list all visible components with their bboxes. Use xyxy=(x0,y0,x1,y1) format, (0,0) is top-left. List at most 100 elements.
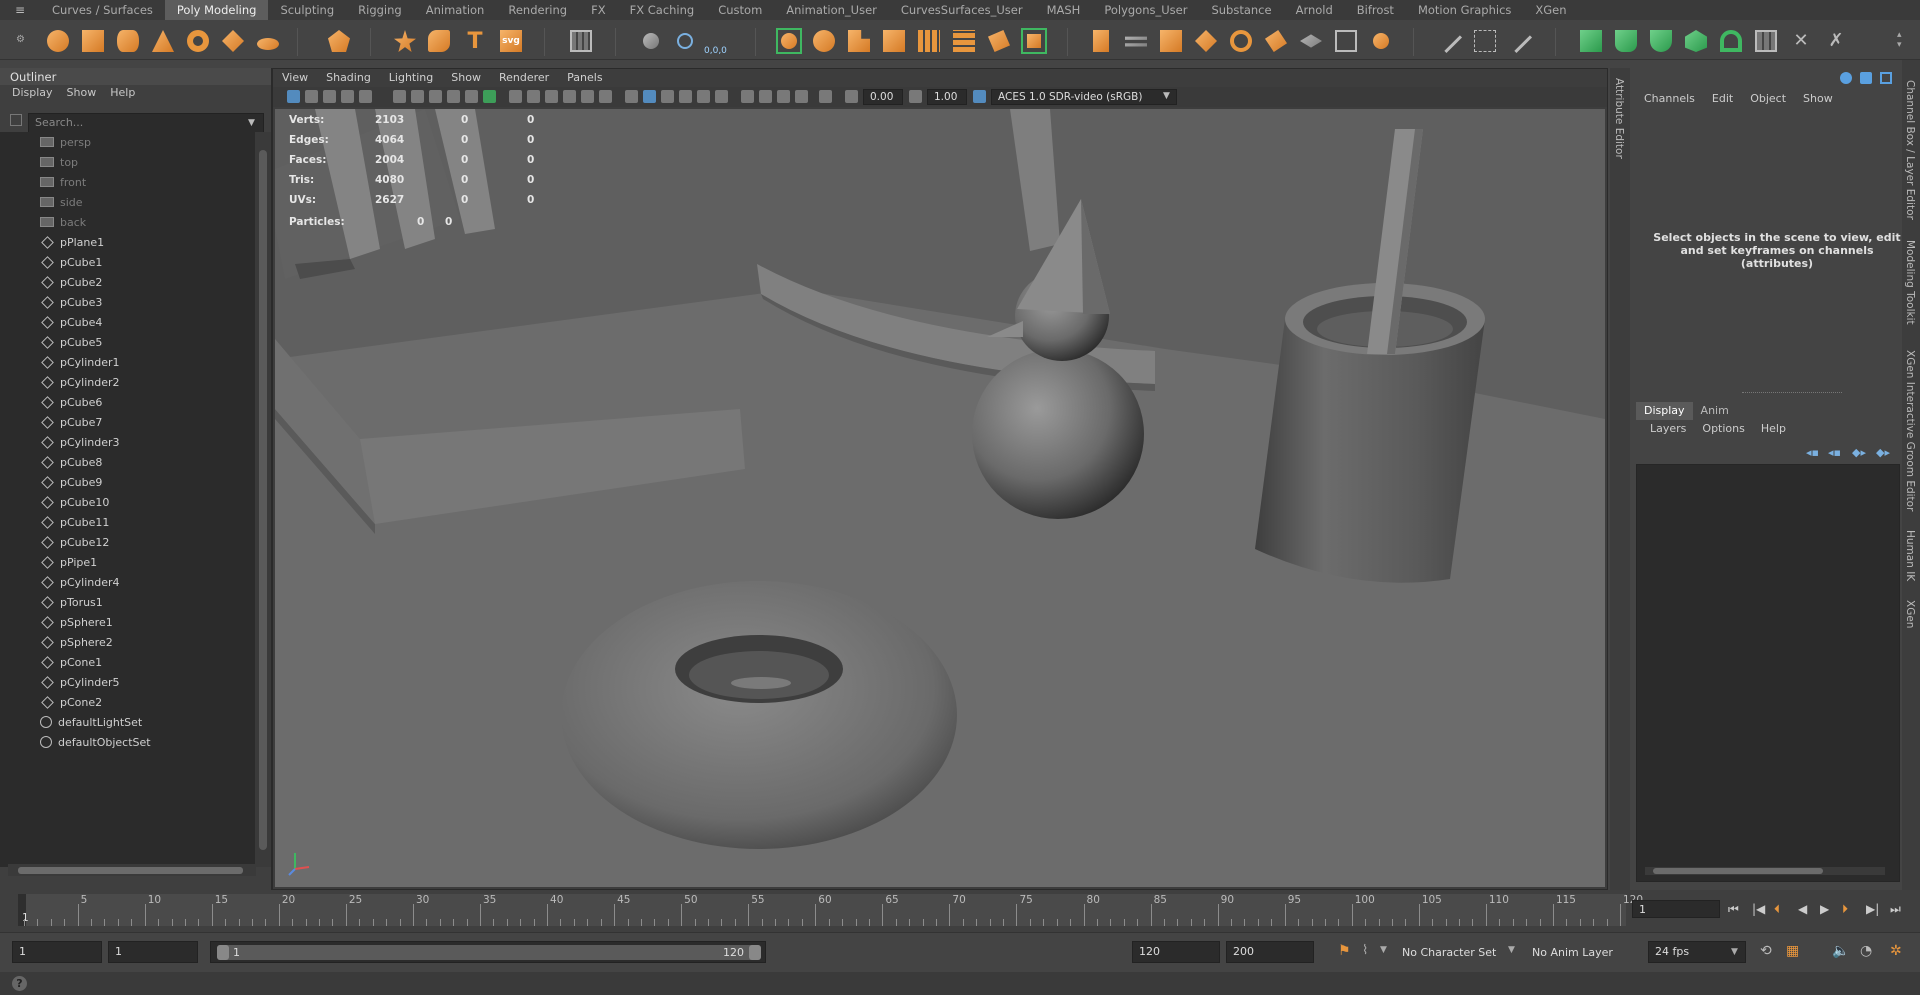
outliner-item-pcube4[interactable]: pCube4 xyxy=(0,312,256,332)
shelf-tab-xgen[interactable]: XGen xyxy=(1523,0,1578,20)
uv-layout-icon[interactable] xyxy=(1753,28,1779,54)
bevel-icon[interactable] xyxy=(1158,28,1184,54)
attribute-editor-strip[interactable]: Attribute Editor xyxy=(1610,68,1630,890)
outliner-search-input[interactable]: Search... xyxy=(28,113,264,133)
shelf-tab-rigging[interactable]: Rigging xyxy=(346,0,414,20)
viewport-menu-panels[interactable]: Panels xyxy=(558,70,611,86)
outliner-item-pcone2[interactable]: pCone2 xyxy=(0,692,256,712)
outliner-item-pcube1[interactable]: pCube1 xyxy=(0,252,256,272)
grease-pencil-icon[interactable] xyxy=(393,90,406,103)
origin-coordinate-label[interactable]: 0,0,0 xyxy=(704,46,727,56)
svg-tool-icon[interactable]: svg xyxy=(498,28,524,54)
uv-cut-icon[interactable]: ✕ xyxy=(1788,28,1814,54)
grid-icon[interactable] xyxy=(568,28,594,54)
motion-blur-icon[interactable] xyxy=(715,90,728,103)
layer-horizontal-scrollbar[interactable] xyxy=(1645,867,1885,875)
step-forward-frame-icon[interactable]: ⏵ xyxy=(1842,902,1848,917)
color-space-dropdown[interactable]: ACES 1.0 SDR-video (sRGB) xyxy=(991,89,1177,105)
channel-box-toggle-icon[interactable] xyxy=(1840,72,1852,84)
xray-icon[interactable] xyxy=(563,90,576,103)
shelf-menu-icon[interactable]: ≡ xyxy=(0,0,40,20)
shaded-cube-icon[interactable] xyxy=(625,90,638,103)
character-set-label[interactable]: No Character Set xyxy=(1402,946,1496,959)
uv-spherical-icon[interactable] xyxy=(1648,28,1674,54)
poly-disc-icon[interactable] xyxy=(255,28,281,54)
textured-cube-icon[interactable] xyxy=(643,90,656,103)
uv-planar-icon[interactable] xyxy=(1578,28,1604,54)
outliner-item-pcylinder1[interactable]: pCylinder1 xyxy=(0,352,256,372)
current-frame-input[interactable]: 1 xyxy=(1632,900,1720,918)
gate-mask-icon[interactable] xyxy=(465,90,478,103)
shelf-tab-animation[interactable]: Animation xyxy=(414,0,497,20)
right-tab-xgen[interactable]: XGen xyxy=(1904,600,1916,628)
character-set-dropdown-icon[interactable]: ▼ xyxy=(1380,945,1387,955)
outliner-item-pcube10[interactable]: pCube10 xyxy=(0,492,256,512)
new-layer-selected-icon[interactable]: ◆▸ xyxy=(1876,446,1890,459)
viewport-menu-view[interactable]: View xyxy=(273,70,317,86)
smooth-icon[interactable] xyxy=(916,28,942,54)
xray-joints-icon[interactable] xyxy=(581,90,594,103)
layer-menu-options[interactable]: Options xyxy=(1694,422,1752,435)
extract-icon[interactable] xyxy=(951,28,977,54)
range-slider[interactable]: 1 120 xyxy=(210,941,766,963)
gamma-input[interactable]: 1.00 xyxy=(927,89,967,105)
camera-attributes-icon[interactable] xyxy=(305,90,318,103)
shelf-tab-polygons-user[interactable]: Polygons_User xyxy=(1092,0,1199,20)
shelf-tab-substance[interactable]: Substance xyxy=(1199,0,1283,20)
play-backward-icon[interactable]: ◀ xyxy=(1798,902,1807,916)
outliner-item-psphere2[interactable]: pSphere2 xyxy=(0,632,256,652)
attribute-editor-toggle-icon[interactable] xyxy=(1860,72,1872,84)
outliner-horizontal-scrollbar[interactable] xyxy=(8,864,256,876)
animation-preferences-icon[interactable]: ✲ xyxy=(1890,943,1902,959)
viewport-menu-renderer[interactable]: Renderer xyxy=(490,70,558,86)
shelf-scroll-icon[interactable]: ▴ ▾ xyxy=(1897,30,1902,50)
right-tab-modeling-toolkit[interactable]: Modeling Toolkit xyxy=(1904,240,1916,325)
outliner-item-pcube3[interactable]: pCube3 xyxy=(0,292,256,312)
combine-icon[interactable] xyxy=(846,28,872,54)
poly-cone-icon[interactable] xyxy=(150,28,176,54)
attribute-editor-tab[interactable]: Attribute Editor xyxy=(1613,78,1625,159)
range-slider-bar[interactable] xyxy=(217,945,761,960)
merge-icon[interactable] xyxy=(1333,28,1359,54)
channel-box-menu-object[interactable]: Object xyxy=(1742,92,1795,105)
uv-editor-icon[interactable] xyxy=(1718,28,1744,54)
poly-torus-icon[interactable] xyxy=(185,28,211,54)
shelf-tab-arnold[interactable]: Arnold xyxy=(1284,0,1345,20)
go-to-end-icon[interactable]: ⏭ xyxy=(1890,902,1901,917)
outliner-item-psphere1[interactable]: pSphere1 xyxy=(0,612,256,632)
bridge-icon[interactable] xyxy=(1123,28,1149,54)
outliner-item-persp[interactable]: persp xyxy=(0,132,256,152)
snapshot-icon[interactable] xyxy=(819,90,832,103)
outliner-item-pcube9[interactable]: pCube9 xyxy=(0,472,256,492)
shadows-icon[interactable] xyxy=(679,90,692,103)
anim-layer-label[interactable]: No Anim Layer xyxy=(1532,946,1613,959)
poly-plane-icon[interactable] xyxy=(220,28,246,54)
help-icon[interactable]: ? xyxy=(12,976,27,991)
outliner-item-pcube8[interactable]: pCube8 xyxy=(0,452,256,472)
mirror-icon[interactable] xyxy=(1021,28,1047,54)
outliner-item-pcube6[interactable]: pCube6 xyxy=(0,392,256,412)
collapse-icon[interactable] xyxy=(1298,28,1324,54)
outliner-item-pcone1[interactable]: pCone1 xyxy=(0,652,256,672)
playback-end-input[interactable]: 120 xyxy=(1132,941,1220,963)
color-management-icon[interactable] xyxy=(973,90,986,103)
field-chart-icon[interactable] xyxy=(483,90,496,103)
resolution-gate-icon[interactable] xyxy=(447,90,460,103)
shelf-tab-fx-caching[interactable]: FX Caching xyxy=(618,0,707,20)
outliner-vertical-scrollbar[interactable] xyxy=(255,132,271,867)
bookmarks-icon[interactable] xyxy=(323,90,336,103)
right-tab-xgen-interactive-groom-editor[interactable]: XGen Interactive Groom Editor xyxy=(1904,350,1916,511)
fps-chevron-icon[interactable]: ▼ xyxy=(1731,947,1738,957)
sculpt-icon[interactable] xyxy=(811,28,837,54)
poly-cylinder-icon[interactable] xyxy=(115,28,141,54)
animation-start-input[interactable]: 1 xyxy=(12,941,102,963)
separate-icon[interactable] xyxy=(881,28,907,54)
key-preferences-icon[interactable]: ⌇ xyxy=(1362,943,1368,958)
shelf-tab-custom[interactable]: Custom xyxy=(706,0,774,20)
shelf-tab-sculpting[interactable]: Sculpting xyxy=(268,0,346,20)
3d-viewport[interactable]: Verts: 2103 0 0 Edges: 4064 0 0 Faces: 2004 0 0 Tris… xyxy=(275,109,1605,887)
shelf-tab-curves-surfaces[interactable]: Curves / Surfaces xyxy=(40,0,165,20)
step-back-key-icon[interactable]: |◀ xyxy=(1752,902,1765,916)
offset-edge-loop-icon[interactable] xyxy=(1507,28,1533,54)
smooth-shade-icon[interactable] xyxy=(527,90,540,103)
